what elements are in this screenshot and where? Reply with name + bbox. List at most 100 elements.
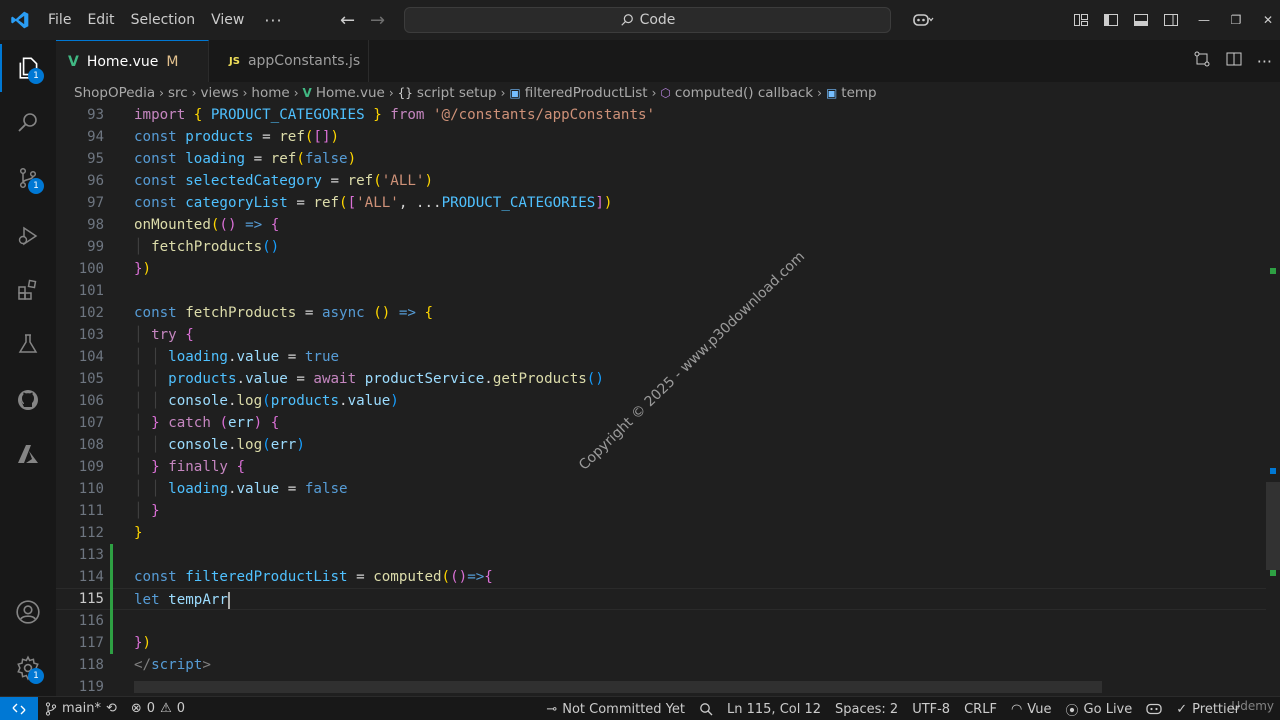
js-icon: JS [229,55,240,67]
minimize-icon[interactable]: — [1188,0,1220,40]
variable-icon: ▣ [825,86,838,100]
encoding[interactable]: UTF-8 [905,697,957,720]
udemy-watermark: Udemy [1231,699,1274,713]
breadcrumb-item[interactable]: script setup [417,85,497,101]
breadcrumb-item[interactable]: computed() callback [675,85,813,101]
tab-appconstants-js[interactable]: JS appConstants.js [209,40,369,82]
command-center-search[interactable]: Code [404,7,891,33]
code-line[interactable]: 111 │ } [56,500,1266,522]
variable-icon: ▣ [509,86,521,100]
modified-indicator: M [166,53,179,70]
explorer-badge: 1 [28,68,44,84]
code-line[interactable]: 103 │ try { [56,324,1266,346]
code-line[interactable]: 114 const filteredProductList = computed… [56,566,1266,588]
cursor-position[interactable]: Ln 115, Col 12 [720,697,828,720]
vue-icon: V [68,53,79,70]
sync-icon[interactable]: ⟲ [106,701,117,716]
code-line[interactable]: 110 │ │ loading.value = false [56,478,1266,500]
code-line[interactable]: 96 const selectedCategory = ref('ALL') [56,170,1266,192]
overview-ruler-mark [1270,468,1276,474]
code-line[interactable]: 100 }) [56,258,1266,280]
indentation[interactable]: Spaces: 2 [828,697,905,720]
accounts-icon[interactable] [0,588,56,636]
open-changes-icon[interactable] [1193,50,1211,72]
vue-icon: V [302,86,312,100]
menu-edit[interactable]: Edit [79,0,122,40]
vertical-scrollbar[interactable] [1266,104,1280,696]
code-line[interactable]: 101 [56,280,1266,302]
code-line[interactable]: 98 onMounted(() => { [56,214,1266,236]
code-line[interactable]: 102 const fetchProducts = async () => { [56,302,1266,324]
explorer-icon[interactable]: 1 [0,44,56,92]
extensions-icon[interactable] [0,266,56,314]
code-line[interactable]: 104 │ │ loading.value = true [56,346,1266,368]
code-line[interactable]: 107 │ } catch (err) { [56,412,1266,434]
toggle-secondary-sidebar-icon[interactable] [1156,0,1186,40]
scm-badge: 1 [28,178,44,194]
branch-indicator[interactable]: main* ⟲ [38,697,124,720]
close-icon[interactable]: ✕ [1252,0,1280,40]
forward-arrow-icon[interactable]: → [370,10,385,31]
testing-icon[interactable] [0,320,56,368]
run-debug-icon[interactable] [0,212,56,260]
breadcrumb-item[interactable]: filteredProductList [525,85,648,101]
azure-icon[interactable] [0,430,56,478]
code-line[interactable]: 116 [56,610,1266,632]
code-line[interactable]: 109 │ } finally { [56,456,1266,478]
settings-gear-icon[interactable]: 1 [0,644,56,692]
back-arrow-icon[interactable]: ← [340,10,355,31]
customize-layout-icon[interactable] [1066,0,1096,40]
menu-more-button[interactable]: ··· [252,0,294,40]
go-live-button[interactable]: ⦿ Go Live [1059,697,1140,720]
git-blame-indicator[interactable]: ⊸ Not Committed Yet [539,697,692,720]
source-control-icon[interactable]: 1 [0,154,56,202]
code-line[interactable]: 113 [56,544,1266,566]
breadcrumb-item[interactable]: home [251,85,289,101]
breadcrumb-item[interactable]: ShopOPedia [74,85,155,101]
search-view-icon[interactable] [0,98,56,146]
activity-bar: 1 1 1 [0,40,56,696]
command-center-label: Code [639,12,676,28]
breadcrumb-item[interactable]: src [168,85,188,101]
copilot-status-icon[interactable] [1139,697,1169,720]
toggle-panel-icon[interactable] [1126,0,1156,40]
zoom-search-icon[interactable] [692,697,720,720]
scrollbar-thumb[interactable] [1266,482,1280,570]
menu-selection[interactable]: Selection [123,0,204,40]
commit-icon: ⊸ [546,701,558,717]
tab-home-vue[interactable]: V Home.vue M [56,40,209,82]
line-ending[interactable]: CRLF [957,697,1004,720]
split-editor-icon[interactable] [1225,50,1243,72]
code-line[interactable]: 93 import { PRODUCT_CATEGORIES } from '@… [56,104,1266,126]
breadcrumb-item[interactable]: views [200,85,238,101]
menu-view[interactable]: View [203,0,252,40]
toggle-primary-sidebar-icon[interactable] [1096,0,1126,40]
horizontal-scrollbar[interactable] [134,681,1102,693]
copilot-icon[interactable] [904,0,942,40]
problems-indicator[interactable]: ⊗ 0 ⚠ 0 [124,697,192,720]
code-line-current[interactable]: 115 let tempArr [56,588,1266,610]
github-icon[interactable] [0,376,56,424]
menu-file[interactable]: File [40,0,79,40]
code-line[interactable]: 99 │ fetchProducts() [56,236,1266,258]
code-line[interactable]: 112 } [56,522,1266,544]
overview-ruler-mark [1270,570,1276,576]
breadcrumb-item[interactable]: Home.vue [316,85,385,101]
warning-icon: ⚠ [160,701,172,716]
breadcrumb-item[interactable]: temp [841,85,876,101]
code-editor[interactable]: 93 import { PRODUCT_CATEGORIES } from '@… [56,104,1280,696]
search-icon [620,14,633,26]
maximize-icon[interactable]: ❐ [1220,0,1252,40]
code-line[interactable]: 117 }) [56,632,1266,654]
language-mode[interactable]: ◠ Vue [1004,697,1059,720]
code-line[interactable]: 108 │ │ console.log(err) [56,434,1266,456]
code-line[interactable]: 118 </script> [56,654,1266,676]
more-actions-icon[interactable]: ··· [1257,52,1272,71]
code-line[interactable]: 95 const loading = ref(false) [56,148,1266,170]
copilot-menu[interactable] [904,0,942,40]
status-bar: main* ⟲ ⊗ 0 ⚠ 0 ⊸ Not Committed Yet Ln 1… [0,696,1280,720]
remote-indicator-icon[interactable] [0,696,38,720]
code-line[interactable]: 97 const categoryList = ref(['ALL', ...P… [56,192,1266,214]
function-cube-icon: ⬡ [660,86,671,100]
code-line[interactable]: 94 const products = ref([]) [56,126,1266,148]
